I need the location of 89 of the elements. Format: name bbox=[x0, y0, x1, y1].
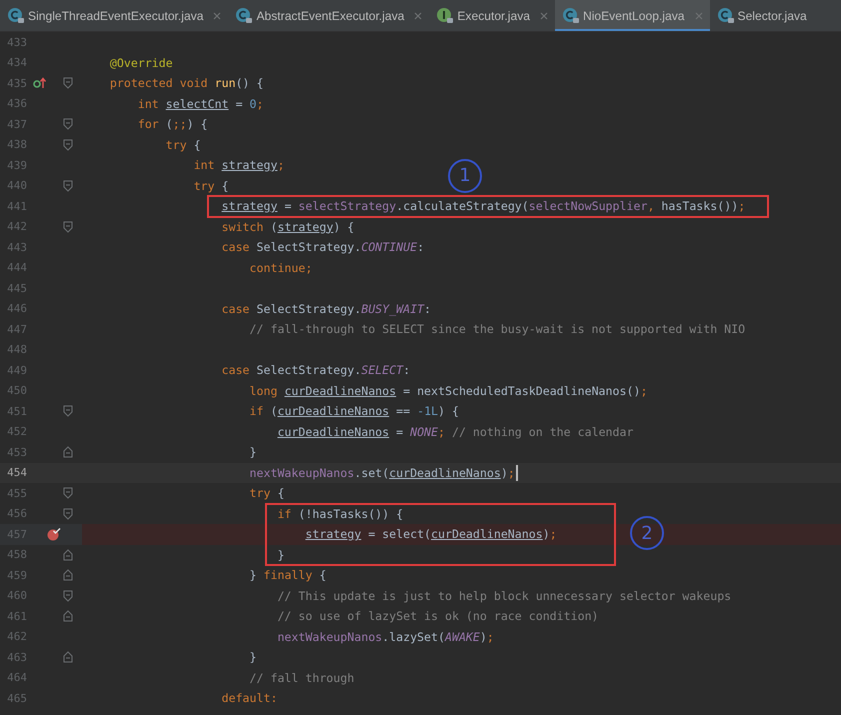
code-line: case SelectStrategy.BUSY_WAIT: bbox=[220, 302, 432, 316]
line-number: 434 bbox=[6, 56, 27, 70]
code-line: // so use of lazySet is ok (no race condition) bbox=[276, 609, 599, 624]
code-line: // This update is just to help block unnecessary selector wakeups bbox=[276, 588, 732, 603]
line-number: 450 bbox=[6, 384, 27, 398]
fold-icon[interactable] bbox=[63, 180, 73, 192]
fold-icon[interactable] bbox=[63, 487, 73, 500]
line-number: 458 bbox=[6, 548, 27, 562]
code-line: try { bbox=[164, 138, 201, 152]
line-number: 451 bbox=[6, 404, 27, 418]
line-number: 448 bbox=[6, 343, 27, 356]
fold-icon[interactable] bbox=[63, 405, 73, 418]
file-tab[interactable]: AbstractEventExecutor.java bbox=[228, 0, 430, 31]
fold-icon[interactable] bbox=[63, 220, 73, 233]
line-number: 438 bbox=[6, 138, 27, 152]
code-line: } bbox=[276, 548, 284, 562]
line-number: 441 bbox=[6, 200, 27, 213]
line-number: 435 bbox=[6, 76, 27, 90]
line-number: 461 bbox=[6, 610, 27, 623]
line-number: 440 bbox=[6, 179, 27, 192]
code-line: for (;;) { bbox=[136, 117, 208, 132]
code-line: curDeadlineNanos = NONE; // nothing on the calendar bbox=[276, 424, 634, 439]
line-number: 449 bbox=[6, 364, 27, 377]
override-marker-icon[interactable] bbox=[33, 77, 47, 90]
fold-icon[interactable] bbox=[63, 590, 73, 602]
close-icon[interactable] bbox=[694, 11, 704, 21]
line-number: 462 bbox=[6, 630, 27, 644]
line-number: 436 bbox=[6, 97, 27, 110]
unfold-icon[interactable] bbox=[63, 548, 73, 561]
code-line: continue; bbox=[248, 260, 312, 275]
code-line: nextWakeupNanos.set(curDeadlineNanos); bbox=[248, 466, 515, 480]
code-line: // fall-through to SELECT since the busy-wait is not supported with NIO bbox=[248, 322, 746, 336]
unfold-icon[interactable] bbox=[63, 569, 73, 582]
line-number: 465 bbox=[6, 692, 27, 705]
line-number: 456 bbox=[6, 507, 27, 520]
line-number: 437 bbox=[6, 118, 27, 131]
code-line: int selectCnt = 0; bbox=[136, 96, 264, 111]
line-number: 447 bbox=[6, 322, 27, 336]
line-number: 463 bbox=[6, 650, 27, 664]
line-number: 459 bbox=[6, 568, 27, 582]
close-icon[interactable] bbox=[212, 11, 222, 21]
code-line: if (curDeadlineNanos == -1L) { bbox=[248, 404, 459, 418]
code-line: long curDeadlineNanos = nextScheduledTaskDeadlineNanos(); bbox=[248, 384, 648, 398]
file-tab[interactable]: NioEventLoop.java bbox=[554, 0, 710, 31]
unfold-icon[interactable] bbox=[63, 651, 73, 664]
line-number: 433 bbox=[6, 36, 27, 49]
line-number: 464 bbox=[6, 671, 27, 684]
callout-number: 2 bbox=[630, 516, 664, 550]
code-line: } bbox=[248, 445, 257, 460]
fold-icon[interactable] bbox=[63, 118, 73, 130]
line-number: 452 bbox=[6, 425, 27, 438]
code-line: strategy = selectStrategy.calculateStrategy(selectNowSupplier, hasTasks()); bbox=[220, 199, 746, 214]
line-number: 444 bbox=[6, 261, 27, 274]
code-line: try { bbox=[192, 178, 229, 193]
line-number: 446 bbox=[6, 302, 27, 316]
code-line: int strategy; bbox=[192, 158, 284, 172]
line-number: 455 bbox=[6, 486, 27, 500]
line-number: 445 bbox=[6, 282, 27, 295]
breakpoint-icon[interactable] bbox=[47, 527, 61, 542]
code-line: default: bbox=[220, 691, 278, 706]
line-number: 460 bbox=[6, 589, 27, 602]
line-number: 439 bbox=[6, 158, 27, 172]
fold-icon[interactable] bbox=[63, 77, 73, 90]
line-number: 454 bbox=[6, 466, 27, 480]
close-icon[interactable] bbox=[413, 11, 424, 21]
line-number: 453 bbox=[6, 446, 27, 459]
code-line: // fall through bbox=[248, 670, 354, 685]
code-line: strategy = select(curDeadlineNanos); bbox=[304, 527, 557, 542]
fold-icon[interactable] bbox=[63, 508, 73, 520]
code-line: if (!hasTasks()) { bbox=[276, 506, 404, 521]
code-line: } finally { bbox=[248, 568, 326, 582]
unfold-icon[interactable] bbox=[63, 610, 73, 622]
line-number: 443 bbox=[6, 240, 27, 254]
file-tab[interactable]: Selector.java bbox=[710, 0, 813, 31]
unfold-icon[interactable] bbox=[63, 446, 73, 458]
file-tab[interactable]: SingleThreadEventExecutor.java bbox=[0, 0, 228, 31]
code-line: } bbox=[248, 650, 257, 664]
line-number: 442 bbox=[6, 220, 27, 234]
code-line: @Override bbox=[108, 56, 173, 70]
code-line: nextWakeupNanos.lazySet(AWAKE); bbox=[276, 630, 494, 644]
close-icon[interactable] bbox=[538, 11, 549, 21]
fold-icon[interactable] bbox=[63, 138, 73, 151]
code-line: try { bbox=[248, 486, 284, 500]
code-line: case SelectStrategy.CONTINUE: bbox=[220, 240, 424, 254]
callout-number: 1 bbox=[448, 158, 482, 192]
file-tab[interactable]: Executor.java bbox=[429, 0, 555, 31]
code-line: switch (strategy) { bbox=[220, 220, 354, 234]
code-line: case SelectStrategy.SELECT: bbox=[220, 363, 410, 378]
code-line: protected void run() { bbox=[108, 76, 264, 90]
